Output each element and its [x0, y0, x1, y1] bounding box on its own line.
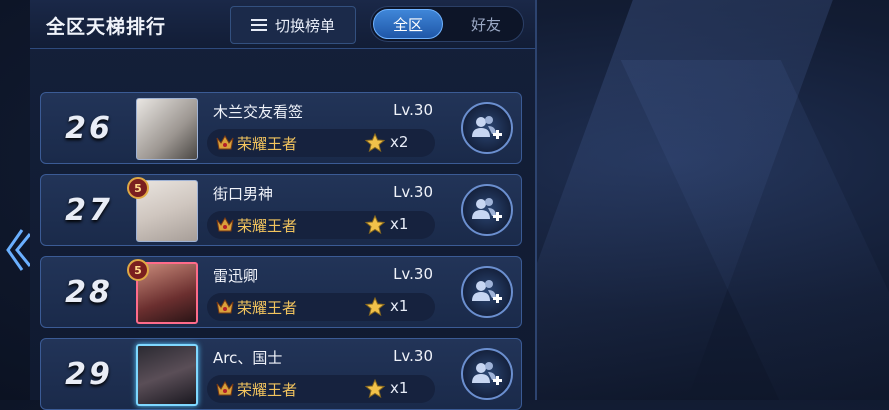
star-icon: [365, 297, 385, 317]
king-emblem-icon: [216, 134, 234, 150]
switch-list-button[interactable]: 切换榜单: [230, 6, 356, 44]
tab-all-region[interactable]: 全区: [373, 9, 443, 39]
rank-number: 26: [65, 111, 113, 146]
add-friend-button[interactable]: [461, 266, 513, 318]
avatar[interactable]: [136, 98, 198, 160]
add-friend-button[interactable]: [461, 348, 513, 400]
add-friend-button[interactable]: [461, 102, 513, 154]
star-count: x1: [390, 379, 409, 397]
ranking-row[interactable]: 27 5 街口男神 Lv.30 荣耀王者 x1: [40, 174, 522, 246]
star-count: x2: [390, 133, 409, 151]
add-friend-icon: [472, 198, 502, 221]
ranking-row[interactable]: 26 木兰交友看签 Lv.30 荣耀王者 x2: [40, 92, 522, 164]
tier-label: 荣耀王者: [237, 135, 298, 153]
vip-level-badge: 5: [127, 259, 149, 281]
tier-label: 荣耀王者: [237, 299, 298, 317]
scope-tabs: 全区 好友: [370, 6, 524, 42]
star-icon: [365, 215, 385, 235]
vip-level-badge: 5: [127, 177, 149, 199]
tier-bar: 荣耀王者 x1: [207, 211, 435, 239]
star-count: x1: [390, 215, 409, 233]
player-level: Lv.30: [393, 347, 433, 365]
header-bar: 全区天梯排行 切换榜单 全区 好友: [30, 0, 535, 49]
player-name: 雷迅卿: [213, 267, 259, 285]
add-friend-icon: [472, 116, 502, 139]
tab-friends[interactable]: 好友: [451, 9, 521, 39]
ranking-row[interactable]: 28 5 雷迅卿 Lv.30 荣耀王者 x1: [40, 256, 522, 328]
tier-bar: 荣耀王者 x1: [207, 293, 435, 321]
back-button[interactable]: [0, 200, 32, 300]
player-name: Arc、国士: [213, 349, 283, 367]
switch-list-label: 切换榜单: [274, 16, 335, 35]
rank-number: 27: [65, 193, 113, 228]
king-emblem-icon: [216, 380, 234, 396]
add-friend-icon: [472, 280, 502, 303]
king-emblem-icon: [216, 298, 234, 314]
star-count: x1: [390, 297, 409, 315]
add-friend-button[interactable]: [461, 184, 513, 236]
player-name: 木兰交友看签: [213, 103, 304, 121]
star-icon: [365, 133, 385, 153]
list-icon: [250, 18, 267, 32]
tier-label: 荣耀王者: [237, 381, 298, 399]
player-level: Lv.30: [393, 265, 433, 283]
add-friend-icon: [472, 362, 502, 385]
tier-bar: 荣耀王者 x2: [207, 129, 435, 157]
star-icon: [365, 379, 385, 399]
double-chevron-left-icon: [6, 229, 32, 271]
rank-number: 28: [65, 275, 113, 310]
avatar[interactable]: [136, 344, 198, 406]
player-level: Lv.30: [393, 183, 433, 201]
page-title: 全区天梯排行: [46, 16, 167, 38]
tier-bar: 荣耀王者 x1: [207, 375, 435, 403]
king-emblem-icon: [216, 216, 234, 232]
rank-number: 29: [65, 357, 113, 392]
ranking-row[interactable]: 29 Arc、国士 Lv.30 荣耀王者 x1: [40, 338, 522, 410]
player-name: 街口男神: [213, 185, 274, 203]
player-level: Lv.30: [393, 101, 433, 119]
tier-label: 荣耀王者: [237, 217, 298, 235]
